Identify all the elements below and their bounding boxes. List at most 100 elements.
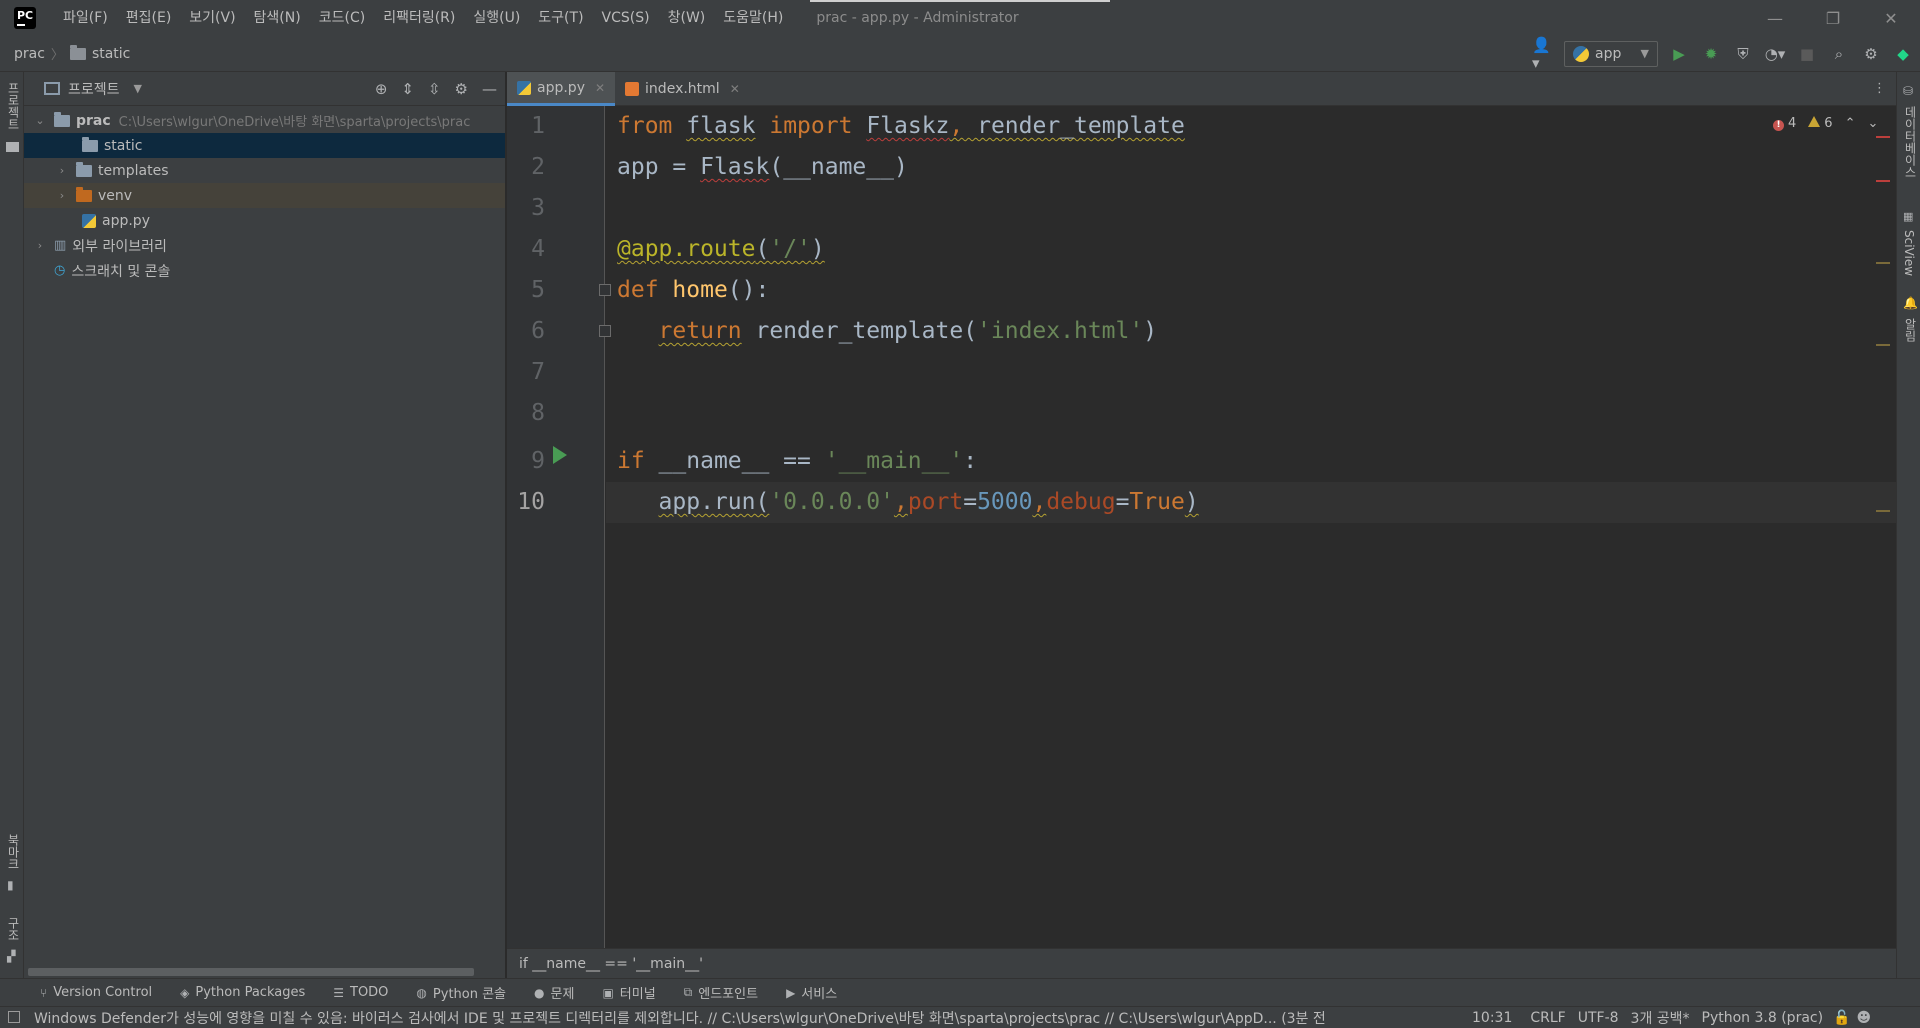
tree-item-templates[interactable]: › templates [24, 158, 505, 183]
code-with-me-icon[interactable]: ◆ [1892, 43, 1914, 65]
tool-problems[interactable]: ● 문제 [534, 983, 574, 1003]
chevron-right-icon[interactable]: › [54, 189, 70, 202]
python-interpreter[interactable]: Python 3.8 (prac) [1702, 1010, 1824, 1026]
tree-item-scratches[interactable]: ◷ 스크래치 및 콘솔 [24, 258, 505, 283]
title-accent-line [810, 0, 1110, 2]
tree-item-venv[interactable]: › venv [24, 183, 505, 208]
tool-terminal[interactable]: ▣ 터미널 [602, 983, 655, 1003]
tree-item-prac[interactable]: ⌄ prac C:\Users\wlgur\OneDrive\바탕 화면\spa… [24, 108, 505, 133]
chevron-right-icon[interactable]: › [54, 164, 70, 177]
search-icon[interactable]: ⌕ [1828, 43, 1850, 65]
menu-view[interactable]: 보기(V) [180, 0, 244, 36]
run-icon[interactable]: ▶ [1668, 43, 1690, 65]
notifications-tool-button[interactable]: 알림 [1902, 318, 1919, 342]
project-panel-header: 프로젝트 ▼ ⊕ ⇕ ⇳ ⚙ — [24, 72, 505, 106]
project-folder-icon [6, 142, 19, 152]
fold-icon[interactable] [599, 325, 611, 337]
close-button[interactable]: ✕ [1862, 0, 1920, 36]
bookmarks-tool-button[interactable]: 북마크 [5, 834, 22, 870]
error-count[interactable]: ! 4 [1773, 116, 1796, 131]
menu-edit[interactable]: 편집(E) [117, 0, 181, 36]
settings-gear-icon[interactable]: ⚙ [1860, 43, 1882, 65]
breadcrumb-folder[interactable]: static [92, 46, 130, 62]
tree-item-label: 스크래치 및 콘솔 [71, 263, 171, 280]
tree-item-external-libraries[interactable]: › ▥ 외부 라이브러리 [24, 233, 505, 258]
sciview-tool-button[interactable]: SciView [1902, 230, 1916, 276]
stop-icon[interactable]: ■ [1796, 43, 1818, 65]
panel-settings-gear-icon[interactable]: ⚙ [455, 80, 468, 98]
tab-app-py[interactable]: app.py ✕ [507, 72, 616, 106]
tool-python-console[interactable]: ◍ Python 콘솔 [416, 983, 506, 1003]
error-stripe-marker[interactable] [1876, 136, 1890, 138]
profile-icon[interactable]: ◔▾ [1764, 43, 1786, 65]
warning-stripe-marker[interactable] [1876, 510, 1890, 512]
tab-index-html[interactable]: index.html ✕ [615, 72, 750, 106]
code-editor[interactable]: 1 2 3 4 5 6 7 8 9 10 from flask import F… [507, 106, 1896, 948]
collapse-all-icon[interactable]: ⇳ [428, 80, 441, 98]
file-encoding[interactable]: UTF-8 [1578, 1010, 1619, 1026]
locate-file-icon[interactable]: ⊕ [375, 80, 388, 98]
tool-version-control[interactable]: ⑂ Version Control [40, 985, 152, 1000]
menu-vcs[interactable]: VCS(S) [593, 0, 659, 36]
toggle-tool-windows-icon[interactable] [8, 1011, 20, 1023]
chevron-down-icon[interactable]: ▼ [134, 82, 142, 95]
menu-help[interactable]: 도움말(H) [714, 0, 792, 36]
close-icon[interactable]: ✕ [595, 81, 605, 95]
breadcrumb: prac 〉 static [14, 44, 130, 63]
expand-all-icon[interactable]: ⇕ [401, 80, 414, 98]
fold-icon[interactable] [599, 284, 611, 296]
structure-icon: ▞ [7, 950, 16, 963]
project-panel-title[interactable]: 프로젝트 [68, 79, 120, 99]
user-account-icon[interactable]: 👤▾ [1532, 36, 1554, 72]
inspection-widget[interactable]: ! 4 6 ⌃ ⌄ [1773, 116, 1878, 131]
coverage-icon[interactable]: ⛨ [1732, 43, 1754, 65]
tool-todo[interactable]: ☰ TODO [333, 985, 388, 1000]
menu-run[interactable]: 실행(U) [464, 0, 529, 36]
menu-window[interactable]: 창(W) [659, 0, 715, 36]
code-line-1: from flask import Flaskz, render_templat… [617, 113, 1185, 139]
left-tool-stripe: 프로젝트 북마크 ▮ 구조 ▞ [0, 72, 24, 984]
menu-refactor[interactable]: 리팩터링(R) [374, 0, 464, 36]
minimize-button[interactable]: — [1746, 0, 1804, 36]
chevron-right-icon[interactable]: › [32, 239, 48, 252]
tree-item-app-py[interactable]: app.py [24, 208, 505, 233]
project-path: C:\Users\wlgur\OneDrive\바탕 화면\sparta\pro… [118, 115, 471, 130]
indent-setting[interactable]: 3개 공백* [1631, 1008, 1690, 1028]
inspector-icon[interactable]: ☻ [1857, 1010, 1872, 1026]
error-stripe-marker[interactable] [1876, 180, 1890, 182]
warning-count[interactable]: 6 [1808, 116, 1833, 131]
chevron-down-icon[interactable]: ⌄ [32, 114, 48, 127]
hide-panel-icon[interactable]: — [482, 80, 497, 98]
menu-code[interactable]: 코드(C) [310, 0, 374, 36]
more-tabs-icon[interactable]: ⋮ [1873, 72, 1886, 105]
breadcrumb-separator-icon: 〉 [50, 48, 64, 63]
code-line-2: app = Flask(__name__) [617, 154, 908, 180]
tool-endpoints[interactable]: ⧉ 엔드포인트 [684, 983, 758, 1002]
folder-icon [54, 111, 70, 127]
run-gutter-icon[interactable] [553, 446, 567, 464]
tool-python-packages[interactable]: ◈ Python Packages [180, 985, 305, 1000]
next-highlight-icon[interactable]: ⌄ [1867, 116, 1878, 131]
warning-stripe-marker[interactable] [1876, 262, 1890, 264]
horizontal-scrollbar[interactable] [28, 968, 474, 976]
close-icon[interactable]: ✕ [730, 82, 740, 96]
line-separator[interactable]: CRLF [1530, 1010, 1565, 1026]
tree-item-static[interactable]: static [24, 133, 505, 158]
menu-tools[interactable]: 도구(T) [529, 0, 592, 36]
debug-icon[interactable]: ✹ [1700, 43, 1722, 65]
lock-icon[interactable]: 🔓 [1833, 1010, 1850, 1026]
tool-services[interactable]: ▶ 서비스 [786, 983, 837, 1003]
project-tool-button[interactable]: 프로젝트 [5, 82, 22, 130]
menu-file[interactable]: 파일(F) [54, 0, 117, 36]
restore-button[interactable]: ❐ [1804, 0, 1862, 36]
database-tool-button[interactable]: 데이터베이스 [1902, 106, 1919, 178]
menu-navigate[interactable]: 탐색(N) [245, 0, 310, 36]
warning-stripe-marker[interactable] [1876, 344, 1890, 346]
run-configuration-select[interactable]: app ▼ [1564, 40, 1658, 67]
breadcrumb-project[interactable]: prac [14, 46, 45, 62]
editor-breadcrumb[interactable]: if __name__ == '__main__' [507, 948, 1896, 978]
status-message[interactable]: Windows Defender가 성능에 영향을 미칠 수 있음: 바이러스 … [34, 1008, 1454, 1028]
structure-tool-button[interactable]: 구조 [5, 917, 22, 941]
previous-highlight-icon[interactable]: ⌃ [1845, 116, 1856, 131]
caret-position[interactable]: 10:31 [1472, 1010, 1512, 1026]
